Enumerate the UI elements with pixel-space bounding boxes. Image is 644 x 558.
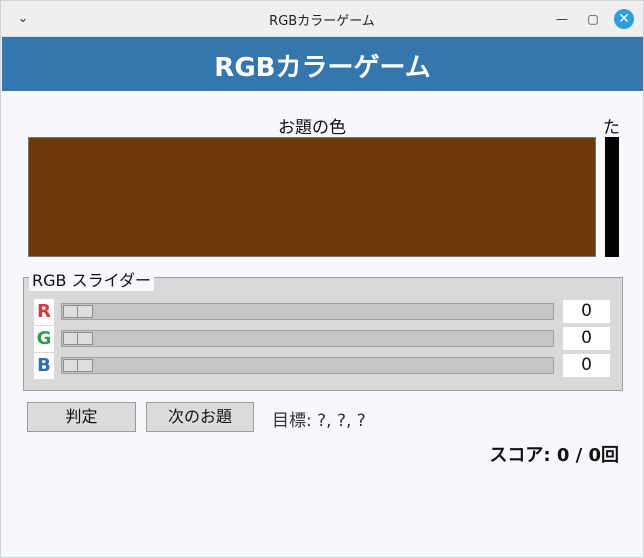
green-value: 0 bbox=[563, 327, 610, 350]
app-header: RGBカラーゲーム bbox=[2, 37, 643, 91]
blue-channel-label: B bbox=[34, 353, 54, 379]
slider-group-legend: RGB スライダー bbox=[29, 267, 154, 291]
window-title: RGBカラーゲーム bbox=[269, 14, 375, 29]
next-question-button[interactable]: 次のお題 bbox=[146, 402, 254, 432]
close-icon[interactable]: ✕ bbox=[614, 9, 634, 29]
green-slider-thumb[interactable] bbox=[63, 332, 93, 345]
red-slider-thumb[interactable] bbox=[63, 305, 93, 318]
side-color-swatch bbox=[605, 137, 619, 257]
judge-button[interactable]: 判定 bbox=[27, 402, 136, 432]
target-color-label: お題の色 bbox=[278, 118, 346, 138]
side-label: た bbox=[603, 118, 620, 138]
red-value: 0 bbox=[563, 300, 610, 323]
blue-slider[interactable] bbox=[61, 357, 554, 374]
minimize-icon[interactable]: — bbox=[552, 9, 572, 29]
maximize-icon[interactable]: ▢ bbox=[583, 9, 603, 29]
green-slider[interactable] bbox=[61, 330, 554, 347]
score-text: スコア: 0 / 0回 bbox=[489, 445, 619, 466]
blue-value: 0 bbox=[563, 354, 610, 377]
red-channel-label: R bbox=[34, 299, 54, 325]
app-window: ⌄ RGBカラーゲーム — ▢ ✕ RGBカラーゲーム お題の色 た RGB ス… bbox=[0, 0, 644, 558]
blue-slider-thumb[interactable] bbox=[63, 359, 93, 372]
target-color-swatch bbox=[28, 137, 596, 257]
red-slider[interactable] bbox=[61, 303, 554, 320]
title-bar: ⌄ RGBカラーゲーム — ▢ ✕ bbox=[1, 1, 643, 37]
header-title: RGBカラーゲーム bbox=[214, 53, 431, 83]
goal-text: 目標: ?, ?, ? bbox=[272, 411, 366, 431]
green-channel-label: G bbox=[34, 326, 54, 352]
